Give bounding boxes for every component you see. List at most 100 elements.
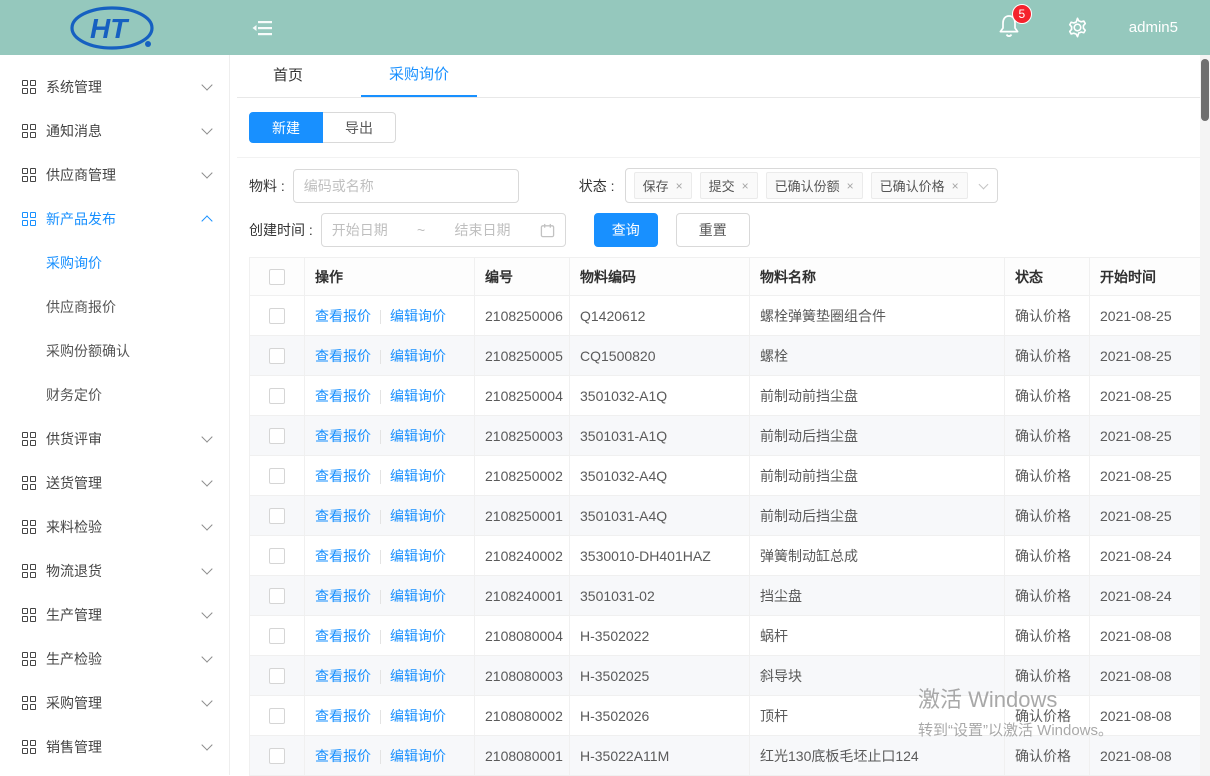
sidebar-item-purchasing-mgmt[interactable]: 采购管理: [0, 681, 229, 725]
view-quote-link[interactable]: 查看报价: [315, 308, 371, 324]
menu-fold-icon[interactable]: [252, 18, 274, 38]
date-range-picker[interactable]: 开始日期 ~ 结束日期: [321, 213, 566, 247]
table-row: 查看报价编辑询价2108080004H-3502022蜗杆确认价格2021-08…: [250, 616, 1210, 656]
view-quote-link[interactable]: 查看报价: [315, 708, 371, 724]
sidebar-subitem-purchase-inquiry[interactable]: 采购询价: [0, 241, 229, 285]
sidebar-item-supplier-mgmt[interactable]: 供应商管理: [0, 153, 229, 197]
app-logo: HT: [0, 4, 230, 52]
material-input[interactable]: [293, 169, 519, 203]
view-quote-link[interactable]: 查看报价: [315, 388, 371, 404]
view-quote-link[interactable]: 查看报价: [315, 428, 371, 444]
appstore-icon: [22, 740, 36, 754]
column-header: 操作: [305, 258, 475, 296]
sidebar-item-sales-mgmt[interactable]: 销售管理: [0, 725, 229, 769]
cell-material-code: 3501031-02: [570, 576, 750, 616]
sidebar-item-delivery-mgmt[interactable]: 送货管理: [0, 461, 229, 505]
logo-icon: HT: [60, 4, 170, 52]
view-quote-link[interactable]: 查看报价: [315, 348, 371, 364]
cell-status: 确认价格: [1005, 456, 1090, 496]
view-quote-link[interactable]: 查看报价: [315, 628, 371, 644]
chevron-up-icon: [201, 215, 212, 226]
sidebar-subitem-finance-pricing[interactable]: 财务定价: [0, 373, 229, 417]
row-checkbox[interactable]: [269, 628, 285, 644]
sidebar-item-production-mgmt[interactable]: 生产管理: [0, 593, 229, 637]
gear-icon: [1066, 16, 1089, 39]
search-button[interactable]: 查询: [594, 213, 658, 247]
new-button[interactable]: 新建: [249, 112, 323, 143]
tag-close-icon[interactable]: ×: [847, 179, 854, 193]
toolbar: 新建 导出: [237, 98, 1210, 158]
table-row: 查看报价编辑询价21082400023530010-DH401HAZ弹簧制动缸总…: [250, 536, 1210, 576]
sidebar-item-new-product-release[interactable]: 新产品发布: [0, 197, 229, 241]
appstore-icon: [22, 608, 36, 622]
cell-number: 2108080003: [475, 656, 570, 696]
vertical-scrollbar[interactable]: [1200, 55, 1210, 775]
appstore-icon: [22, 476, 36, 490]
edit-inquiry-link[interactable]: 编辑询价: [390, 308, 446, 324]
sidebar-subitem-supplier-quote[interactable]: 供应商报价: [0, 285, 229, 329]
sidebar-item-supply-review[interactable]: 供货评审: [0, 417, 229, 461]
sidebar-item-notify-message[interactable]: 通知消息: [0, 109, 229, 153]
cell-material-code: H-3502025: [570, 656, 750, 696]
edit-inquiry-link[interactable]: 编辑询价: [390, 668, 446, 684]
status-label: 状态 :: [579, 176, 615, 196]
notifications-button[interactable]: 5: [998, 14, 1020, 41]
cell-number: 2108080001: [475, 736, 570, 776]
sidebar-subitem-purchase-share-confirm[interactable]: 采购份额确认: [0, 329, 229, 373]
tag-close-icon[interactable]: ×: [742, 179, 749, 193]
sidebar-item-logistics-returns[interactable]: 物流退货: [0, 549, 229, 593]
edit-inquiry-link[interactable]: 编辑询价: [390, 388, 446, 404]
column-header: 编号: [475, 258, 570, 296]
edit-inquiry-link[interactable]: 编辑询价: [390, 428, 446, 444]
edit-inquiry-link[interactable]: 编辑询价: [390, 508, 446, 524]
view-quote-link[interactable]: 查看报价: [315, 588, 371, 604]
row-checkbox[interactable]: [269, 348, 285, 364]
cell-material-code: 3501032-A4Q: [570, 456, 750, 496]
view-quote-link[interactable]: 查看报价: [315, 668, 371, 684]
edit-inquiry-link[interactable]: 编辑询价: [390, 468, 446, 484]
created-time-label: 创建时间 :: [249, 220, 313, 240]
scrollbar-thumb[interactable]: [1201, 59, 1209, 121]
tag-close-icon[interactable]: ×: [676, 179, 683, 193]
view-quote-link[interactable]: 查看报价: [315, 468, 371, 484]
cell-material-code: 3530010-DH401HAZ: [570, 536, 750, 576]
reset-button[interactable]: 重置: [676, 213, 750, 247]
row-checkbox[interactable]: [269, 588, 285, 604]
view-quote-link[interactable]: 查看报价: [315, 748, 371, 764]
edit-inquiry-link[interactable]: 编辑询价: [390, 748, 446, 764]
sidebar-item-system-mgmt[interactable]: 系统管理: [0, 65, 229, 109]
row-checkbox[interactable]: [269, 468, 285, 484]
row-checkbox[interactable]: [269, 748, 285, 764]
cell-status: 确认价格: [1005, 416, 1090, 456]
edit-inquiry-link[interactable]: 编辑询价: [390, 628, 446, 644]
sidebar-item-incoming-inspection[interactable]: 来料检验: [0, 505, 229, 549]
sidebar-item-production-inspection[interactable]: 生产检验: [0, 637, 229, 681]
row-checkbox[interactable]: [269, 508, 285, 524]
edit-inquiry-link[interactable]: 编辑询价: [390, 548, 446, 564]
settings-button[interactable]: [1066, 16, 1089, 39]
date-separator: ~: [417, 222, 425, 238]
row-checkbox[interactable]: [269, 388, 285, 404]
edit-inquiry-link[interactable]: 编辑询价: [390, 588, 446, 604]
user-menu[interactable]: admin5: [1129, 19, 1178, 36]
row-checkbox[interactable]: [269, 308, 285, 324]
row-checkbox[interactable]: [269, 428, 285, 444]
cell-number: 2108240001: [475, 576, 570, 616]
select-all-checkbox[interactable]: [269, 269, 285, 285]
status-select[interactable]: 保存×提交×已确认份额×已确认价格×: [625, 168, 998, 203]
view-quote-link[interactable]: 查看报价: [315, 508, 371, 524]
edit-inquiry-link[interactable]: 编辑询价: [390, 348, 446, 364]
cell-status: 确认价格: [1005, 376, 1090, 416]
cell-number: 2108080002: [475, 696, 570, 736]
row-checkbox[interactable]: [269, 708, 285, 724]
cell-material-code: H-3502022: [570, 616, 750, 656]
status-tag: 已确认价格×: [871, 172, 968, 199]
edit-inquiry-link[interactable]: 编辑询价: [390, 708, 446, 724]
export-button[interactable]: 导出: [323, 112, 396, 143]
tag-close-icon[interactable]: ×: [952, 179, 959, 193]
row-checkbox[interactable]: [269, 668, 285, 684]
row-checkbox[interactable]: [269, 548, 285, 564]
tab-home[interactable]: 首页: [257, 64, 319, 97]
tab-purchase-inquiry[interactable]: 采购询价: [361, 63, 477, 97]
view-quote-link[interactable]: 查看报价: [315, 548, 371, 564]
